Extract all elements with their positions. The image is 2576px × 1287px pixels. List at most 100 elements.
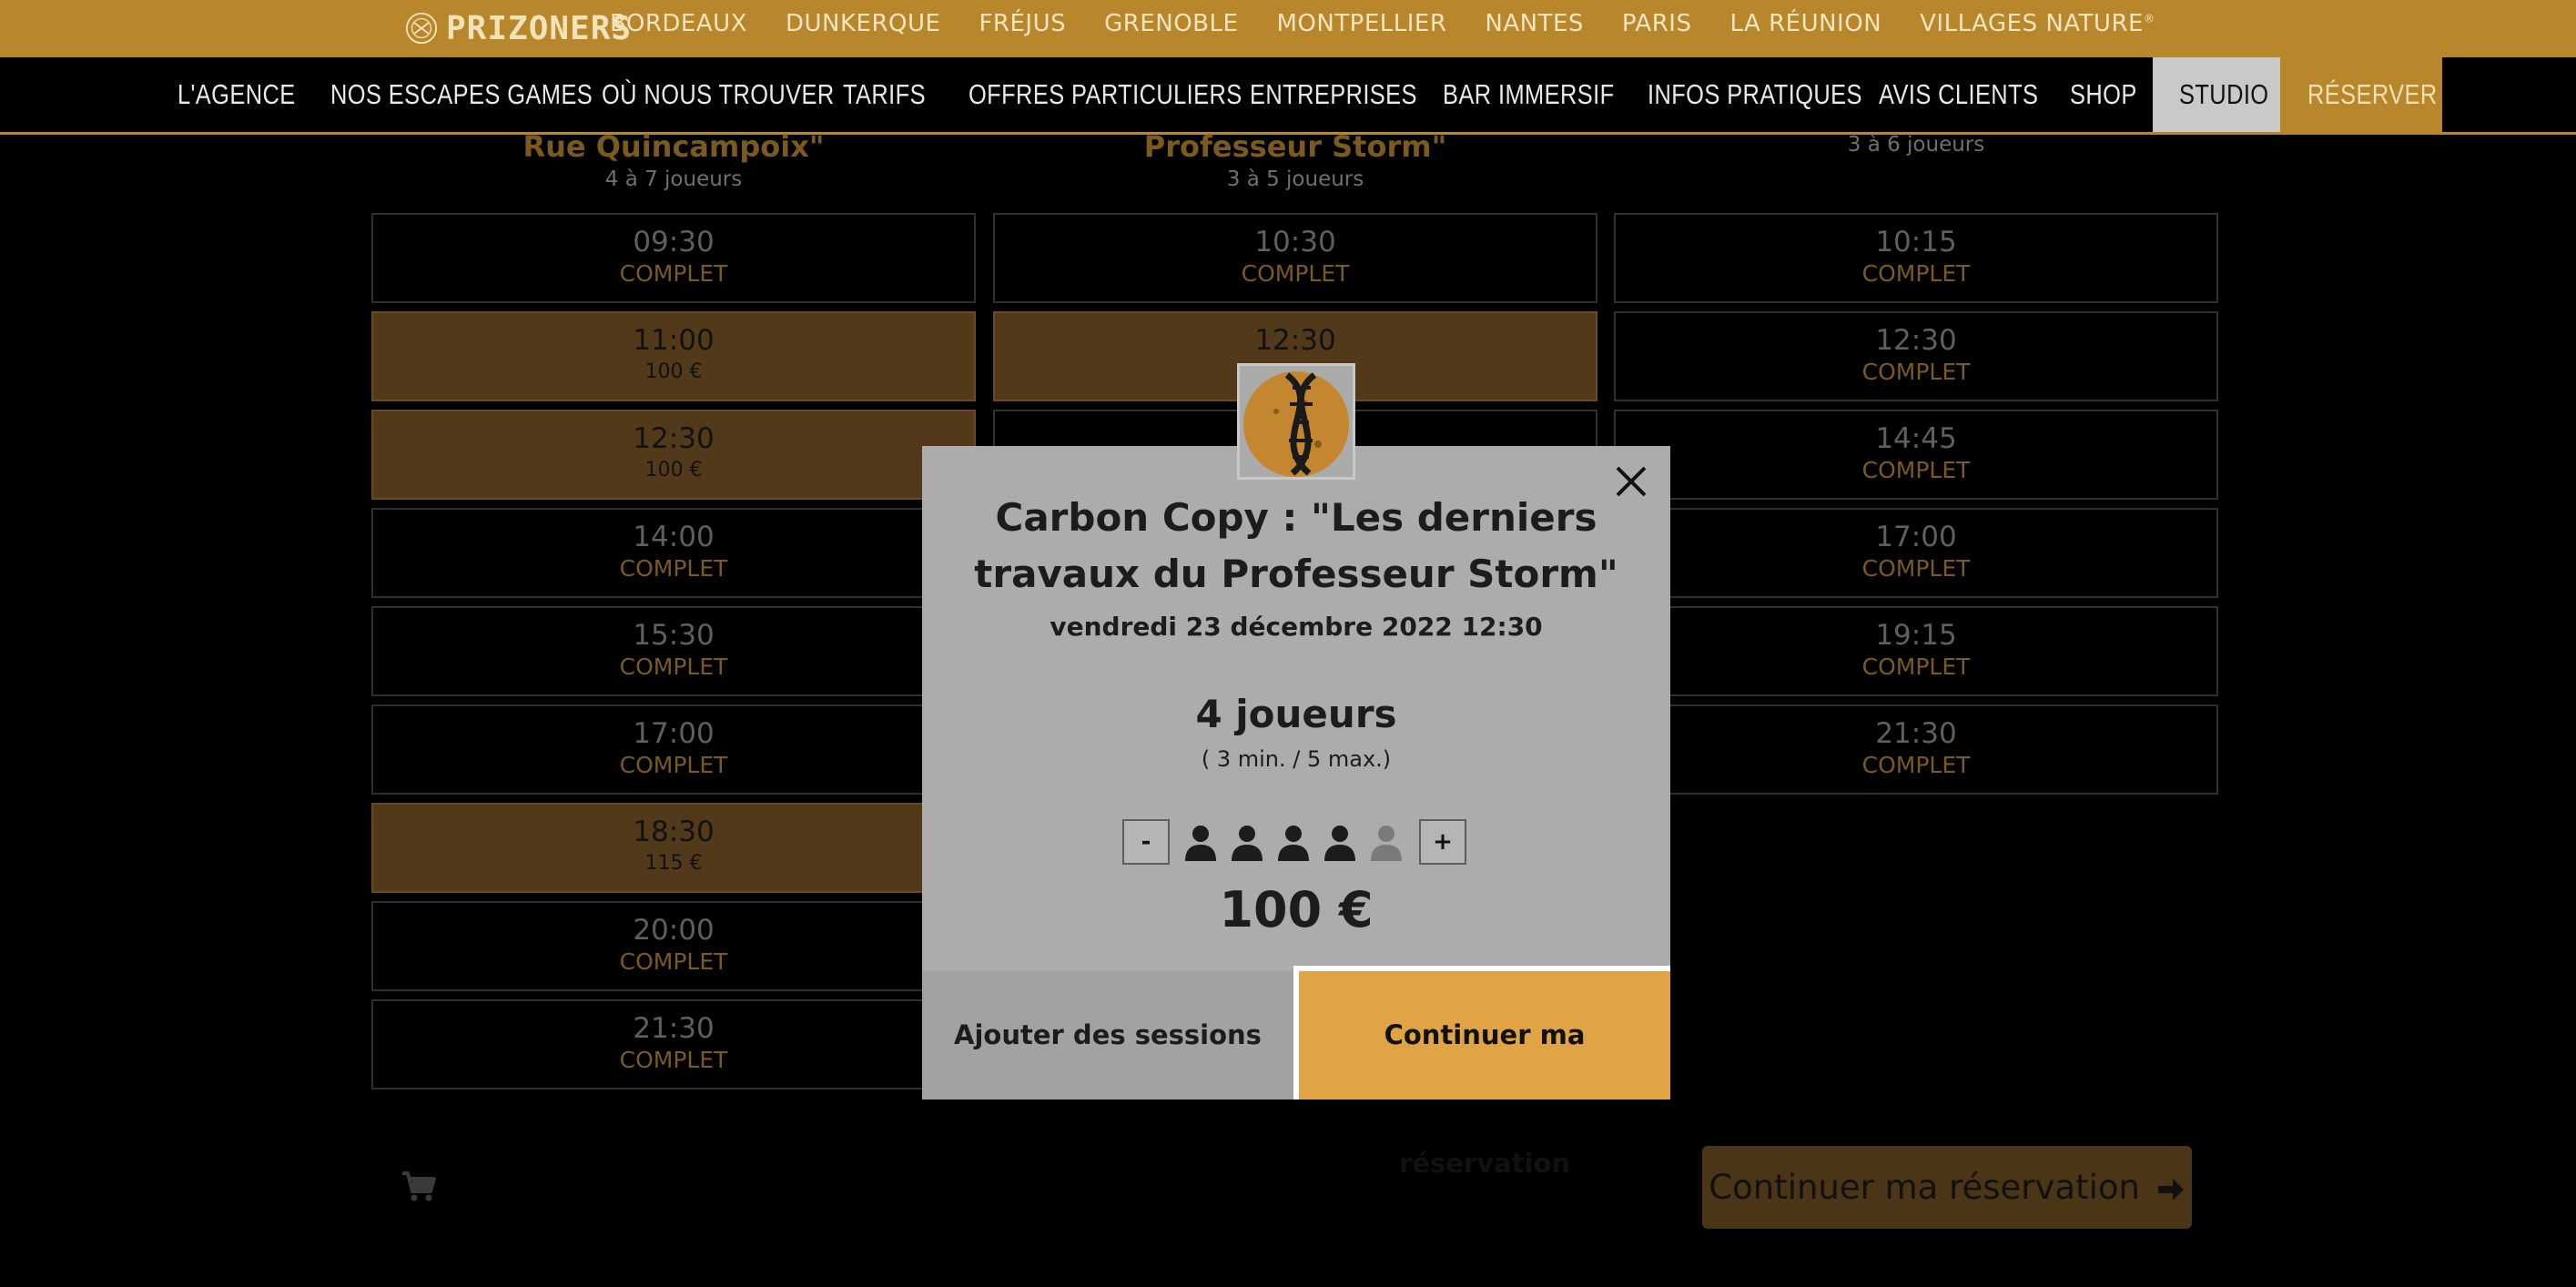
city-link-villages-nature-label: VILLAGES NATURE [1920, 10, 2144, 37]
slot-status: COMPLET [1861, 555, 1971, 582]
time-slot: 20:00 COMPLET [371, 901, 976, 991]
nav-item-shop[interactable]: SHOP [2070, 57, 2137, 132]
slot-time: 17:00 [633, 717, 715, 750]
nav-item-escape-games[interactable]: NOS ESCAPES GAMES [330, 57, 593, 132]
player-icon[interactable] [1323, 825, 1356, 861]
slot-price: 115 € [644, 852, 703, 875]
city-link-dunkerque[interactable]: DUNKERQUE [786, 10, 940, 37]
game-players: 3 à 6 joueurs [1847, 133, 1985, 157]
slot-time: 19:15 [1875, 619, 1957, 652]
slot-time: 12:30 [633, 422, 715, 455]
game-players: 4 à 7 joueurs [604, 167, 743, 191]
nav-item-entreprises[interactable]: ENTREPRISES [1250, 57, 1417, 132]
time-slot-available[interactable]: 11:00 100 € [371, 311, 976, 401]
player-icon[interactable] [1231, 825, 1263, 861]
slot-time: 12:30 [1254, 324, 1336, 357]
slot-time: 15:30 [633, 619, 715, 652]
slot-status: COMPLET [619, 654, 728, 680]
city-link-frejus[interactable]: FRÉJUS [979, 10, 1066, 37]
nav-item-reserver[interactable]: RÉSERVER [2307, 57, 2438, 132]
game-header-third: 3 à 6 joueurs [1614, 129, 2218, 157]
slot-time: 11:00 [633, 324, 715, 357]
decrease-players-button[interactable]: - [1122, 819, 1170, 865]
registered-mark: ® [2143, 12, 2155, 25]
time-slot: 10:30 COMPLET [993, 213, 1597, 303]
city-link-la-reunion[interactable]: LA RÉUNION [1729, 10, 1881, 37]
slot-status: COMPLET [1861, 654, 1971, 680]
slot-status: COMPLET [1241, 260, 1350, 287]
prizoners-logo[interactable]: PRIZONERS [404, 7, 632, 49]
city-link-montpellier[interactable]: MONTPELLIER [1276, 10, 1446, 37]
player-stepper: - + [1122, 819, 1470, 866]
time-slot-available[interactable]: 12:30 100 € [371, 410, 976, 500]
slot-status: COMPLET [619, 555, 728, 582]
game-title: Rue Quincampoix" [522, 129, 825, 164]
slot-price: 100 € [644, 360, 703, 383]
add-sessions-button[interactable]: Ajouter des sessions [922, 971, 1293, 1100]
continue-reservation-modal-label: Continuer ma réservation [1299, 971, 1670, 1179]
game-players: 3 à 5 joueurs [1226, 167, 1364, 191]
nav-item-tarifs[interactable]: TARIFS [843, 57, 926, 132]
time-slot: 21:30 COMPLET [371, 999, 976, 1089]
time-slot: 10:15 COMPLET [1614, 213, 2218, 303]
increase-players-button[interactable]: + [1419, 819, 1466, 865]
time-slot: 15:30 COMPLET [371, 606, 976, 696]
slot-status: COMPLET [1861, 359, 1971, 385]
slot-status: COMPLET [619, 1047, 728, 1073]
time-slot: 17:00 COMPLET [371, 704, 976, 795]
modal-player-range: ( 3 min. / 5 max.) [1201, 746, 1392, 772]
nav-item-infos-pratiques[interactable]: INFOS PRATIQUES [1648, 57, 1862, 132]
arrow-right-icon [2157, 1178, 2184, 1201]
player-icon[interactable] [1277, 825, 1310, 861]
city-link-nantes[interactable]: NANTES [1485, 10, 1584, 37]
game-avatar [1237, 363, 1355, 480]
time-slot: 14:00 COMPLET [371, 508, 976, 598]
player-icon[interactable] [1184, 825, 1217, 861]
slot-time: 14:00 [633, 521, 715, 553]
nav-item-studio[interactable]: STUDIO [2179, 57, 2269, 132]
slot-time: 14:45 [1875, 422, 1957, 455]
continue-reservation-modal-button[interactable]: Continuer ma réservation [1293, 966, 1670, 1179]
modal-title: Carbon Copy : "Les derniers travaux du P… [974, 495, 1618, 596]
time-slot: 12:30 COMPLET [1614, 311, 2218, 401]
time-slot: 17:00 COMPLET [1614, 508, 2218, 598]
slot-status: COMPLET [619, 752, 728, 778]
time-slot: 21:30 COMPLET [1614, 704, 2218, 795]
logo-emblem-icon [405, 12, 438, 45]
game-header-storm: Professeur Storm" 3 à 5 joueurs [993, 129, 1597, 191]
cart-icon[interactable] [401, 1170, 437, 1202]
slot-status: COMPLET [619, 260, 728, 287]
player-icon-inactive[interactable] [1370, 825, 1403, 861]
continue-reservation-button[interactable]: Continuer ma réservation [1702, 1146, 2192, 1229]
slot-time: 10:15 [1875, 226, 1957, 258]
time-slot: 19:15 COMPLET [1614, 606, 2218, 696]
city-link-paris[interactable]: PARIS [1622, 10, 1692, 37]
nav-item-offres-particuliers[interactable]: OFFRES PARTICULIERS [969, 57, 1242, 132]
city-link-villages-nature[interactable]: VILLAGES NATURE® [1920, 10, 2155, 37]
modal-date: vendredi 23 décembre 2022 12:30 [1050, 612, 1543, 642]
nav-item-bar-immersif[interactable]: BAR IMMERSIF [1443, 57, 1615, 132]
slot-time: 10:30 [1254, 226, 1336, 258]
slot-status: COMPLET [1861, 752, 1971, 778]
city-link-bordeaux[interactable]: BORDEAUX [610, 10, 747, 37]
slot-price: 100 € [644, 459, 703, 481]
slot-status: COMPLET [1861, 457, 1971, 483]
slot-time: 18:30 [633, 816, 715, 848]
nav-item-avis-clients[interactable]: AVIS CLIENTS [1879, 57, 2038, 132]
game-header-quincampoix: Rue Quincampoix" 4 à 7 joueurs [371, 129, 976, 191]
nav-item-agence[interactable]: L'AGENCE [177, 57, 296, 132]
slot-time: 17:00 [1875, 521, 1957, 553]
dna-icon [1243, 371, 1349, 477]
slot-status: COMPLET [1861, 260, 1971, 287]
continue-reservation-label: Continuer ma réservation [1709, 1168, 2140, 1207]
logo-text: PRIZONERS [446, 9, 633, 47]
city-links: BORDEAUX DUNKERQUE FRÉJUS GRENOBLE MONTP… [610, 0, 2193, 47]
nav-item-ou-nous-trouver[interactable]: OÙ NOUS TROUVER [602, 57, 835, 132]
time-slot-available[interactable]: 18:30 115 € [371, 803, 976, 893]
city-bar: PRIZONERS BORDEAUX DUNKERQUE FRÉJUS GREN… [0, 0, 2576, 57]
time-slot: 09:30 COMPLET [371, 213, 976, 303]
slot-time: 21:30 [633, 1012, 715, 1045]
city-link-grenoble[interactable]: GRENOBLE [1104, 10, 1238, 37]
booking-modal: Carbon Copy : "Les derniers travaux du P… [922, 446, 1670, 1179]
slot-time: 21:30 [1875, 717, 1957, 750]
